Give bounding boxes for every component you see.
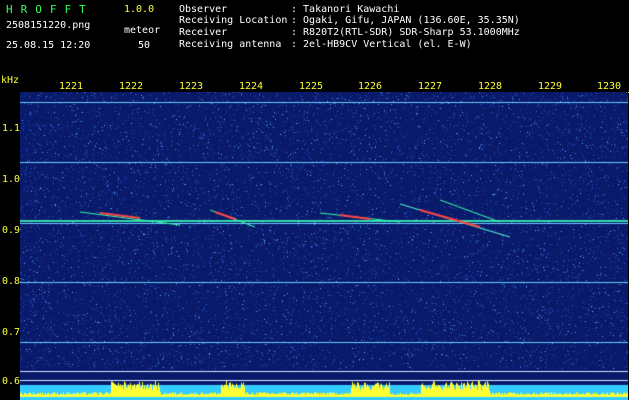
info-label-antenna: Receiving antenna xyxy=(179,39,282,50)
datetime: 25.08.15 12:20 xyxy=(6,40,91,51)
y-tick-0.8: 0.8 xyxy=(2,276,21,287)
x-tick-1228: 1228 xyxy=(478,81,503,92)
info-value-receiver: : R820T2(RTL-SDR) SDR-Sharp 53.1000MHz xyxy=(291,27,520,38)
x-tick-1223: 1223 xyxy=(179,81,204,92)
info-label-location: Receiving Location xyxy=(179,15,288,26)
x-tick-1227: 1227 xyxy=(418,81,443,92)
y-tick-0.6: 0.6 xyxy=(2,376,21,387)
x-tick-1225: 1225 xyxy=(299,81,324,92)
x-tick-1221: 1221 xyxy=(59,81,84,92)
meteor-count: 50 xyxy=(138,40,151,51)
x-tick-1230: 1230 xyxy=(597,81,622,92)
app-name: HROFFT xyxy=(6,3,94,16)
x-tick-1222: 1222 xyxy=(119,81,144,92)
info-value-antenna: : 2el-HB9CV Vertical (el. E-W) xyxy=(291,39,472,50)
x-tick-1229: 1229 xyxy=(538,81,563,92)
x-tick-1226: 1226 xyxy=(358,81,383,92)
filename: 2508151220.png xyxy=(6,20,91,31)
x-tick-1224: 1224 xyxy=(239,81,264,92)
meteor-label: meteor xyxy=(124,25,161,36)
app-version: 1.0.0 xyxy=(124,4,155,15)
spectrogram-panel xyxy=(20,92,629,400)
spectrogram-canvas xyxy=(20,92,628,400)
info-label-receiver: Receiver xyxy=(179,27,228,38)
y-tick-0.7: 0.7 xyxy=(2,327,21,338)
y-tick-1.0: 1.0 xyxy=(2,174,21,185)
y-tick-1.1: 1.1 xyxy=(2,123,21,134)
y-tick-0.9: 0.9 xyxy=(2,225,21,236)
y-unit-label: kHz xyxy=(1,75,20,86)
info-value-location: : Ogaki, Gifu, JAPAN (136.60E, 35.35N) xyxy=(291,15,520,26)
